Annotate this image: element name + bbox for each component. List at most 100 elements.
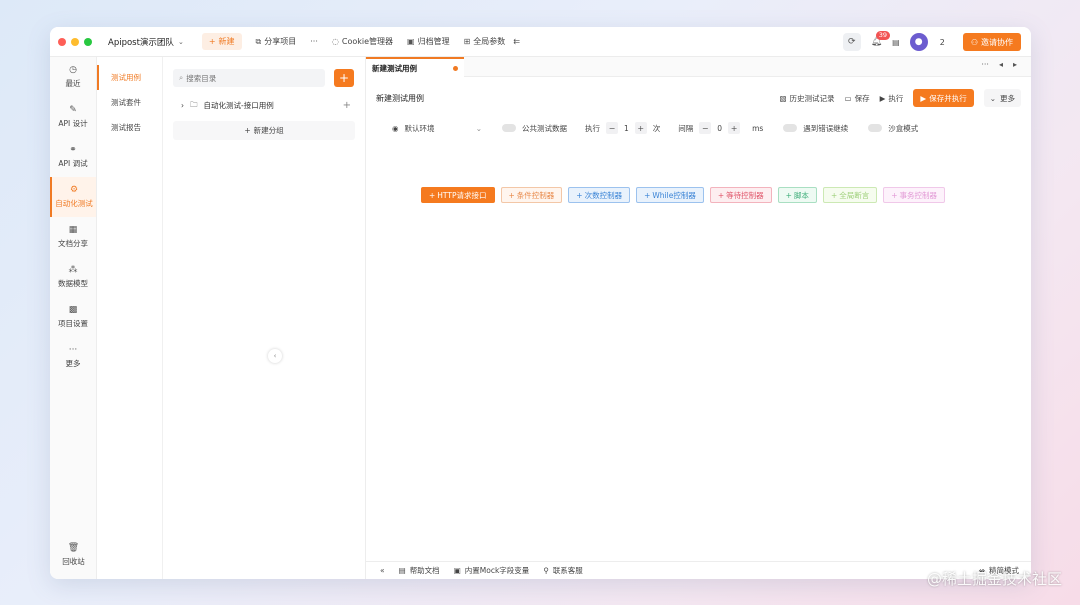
public-data-toggle[interactable] (502, 124, 516, 132)
sidebar-item-settings[interactable]: ▩ 项目设置 (50, 297, 96, 337)
plus-icon: + (891, 190, 898, 200)
tab-label: 新建测试用例 (372, 63, 417, 73)
decrement-button[interactable]: − (606, 122, 618, 134)
collapse-sidebar-icon[interactable]: « (380, 566, 385, 575)
sidebar-item-automation[interactable]: ⚙ 自动化测试 (50, 177, 96, 217)
sidebar-item-more[interactable]: ··· 更多 (50, 337, 96, 377)
maximize-window-button[interactable] (84, 37, 92, 46)
more-button[interactable]: ⌄ 更多 (983, 89, 1021, 107)
mock-fields-button[interactable]: ▣ 内置Mock字段变量 (454, 565, 530, 576)
chevron-down-icon: ⌄ (475, 123, 482, 133)
more-menu-button[interactable]: ··· (310, 37, 318, 46)
tab-next-icon[interactable]: ▸ (1013, 60, 1017, 69)
collapse-panel-button[interactable]: ‹ (268, 349, 282, 363)
sidebar-item-api-design[interactable]: ✎ API 设计 (50, 97, 96, 137)
add-step-button[interactable]: + 条件控制器 (500, 187, 563, 203)
doc-icon: ▦ (68, 225, 78, 235)
notifications-button[interactable]: 🔔︎ 39 (871, 31, 891, 47)
help-label: 帮助文档 (409, 566, 440, 575)
case-title-input[interactable]: 新建测试用例 (376, 93, 556, 104)
add-step-button[interactable]: + HTTP请求接口 (421, 187, 495, 203)
avatar[interactable]: ● (909, 33, 928, 51)
collapse-menu-icon[interactable]: ⇇ (513, 37, 520, 46)
sandbox-toggle[interactable] (868, 124, 883, 132)
tab-prev-icon[interactable]: ◂ (999, 60, 1003, 69)
save-button[interactable]: ▭ 保存 (845, 93, 870, 104)
sync-button[interactable]: ⟳ (842, 33, 861, 51)
global-params-button[interactable]: ⊞ 全局参数 ⇇ (464, 36, 520, 47)
add-step-button[interactable]: + 事务控制器 (883, 187, 946, 203)
increment-button[interactable]: + (634, 122, 647, 134)
add-child-icon[interactable]: + (343, 100, 351, 111)
share-project-button[interactable]: ⧉ 分享项目 (256, 36, 297, 47)
save-and-run-button[interactable]: ▶ 保存并执行 (913, 89, 974, 107)
sidebar-item-api-debug[interactable]: ⚭ API 调试 (50, 137, 96, 177)
sidebar-item-recent[interactable]: ◷ 最近 (50, 57, 96, 97)
subnav-test-reports[interactable]: 测试报告 (97, 115, 162, 140)
team-selector[interactable]: Apipost演示团队 ⌄ (108, 36, 184, 48)
tree-folder[interactable]: › 🗀︎ 自动化测试-接口用例 + (173, 95, 355, 115)
plus-icon: + (576, 190, 583, 200)
user-icon: ⚲ (543, 566, 549, 575)
archive-button[interactable]: ▣ 归档管理 (407, 36, 450, 47)
new-group-button[interactable]: + 新建分组 (173, 121, 355, 140)
chevron-left-icon: ‹ (273, 352, 277, 360)
add-button[interactable]: + (334, 69, 354, 87)
add-step-button[interactable]: + 全局断言 (822, 187, 878, 203)
tab-controls: ··· ◂ ▸ (981, 60, 1017, 69)
interval-label: 间隔 (678, 123, 694, 133)
new-button[interactable]: + 新建 (201, 33, 242, 50)
save-icon: ▭ (844, 93, 852, 103)
edit-icon: ✎ (69, 105, 77, 115)
decrement-button[interactable]: − (699, 122, 712, 134)
chip-label: While控制器 (652, 190, 696, 200)
minimize-window-button[interactable] (71, 37, 79, 46)
sidebar-item-data-model[interactable]: ⁂ 数据模型 (50, 257, 96, 297)
interval-value[interactable]: 0 (717, 124, 722, 133)
archive-icon: ▣ (407, 37, 415, 46)
increment-button[interactable]: + (728, 122, 741, 134)
notes-icon[interactable]: ▤ (892, 38, 900, 47)
tab-bar: 新建测试用例 ··· ◂ ▸ (366, 57, 1031, 77)
tab-new-test-case[interactable]: 新建测试用例 (366, 57, 464, 77)
add-step-button[interactable]: + While控制器 (636, 187, 704, 203)
chevron-down-icon: ⌄ (177, 37, 184, 46)
chip-label: 次数控制器 (584, 190, 623, 200)
settings-icon: ▩ (68, 305, 78, 315)
sidebar-item-label: 更多 (65, 359, 81, 368)
sidebar-item-label: 数据模型 (58, 279, 88, 288)
case-title-row: 新建测试用例 ▧ 历史测试记录 ▭ 保存 ▶ 执行 ▶ 保存并执行 ⌄ 更多 (376, 89, 1021, 107)
share-project-label: 分享项目 (264, 37, 297, 46)
support-button[interactable]: ⚲ 联系客服 (543, 565, 583, 576)
add-step-button[interactable]: + 次数控制器 (568, 187, 631, 203)
add-step-button[interactable]: + 脚本 (777, 187, 817, 203)
subnav-test-cases[interactable]: 测试用例 (97, 65, 162, 90)
tab-more-icon[interactable]: ··· (981, 60, 989, 69)
env-select[interactable]: ◉ 默认环境 ⌄ (392, 123, 482, 134)
help-docs-button[interactable]: ▤ 帮助文档 (399, 565, 440, 576)
search-input[interactable] (186, 73, 307, 83)
save-run-label: 保存并执行 (929, 93, 967, 103)
plus-icon: + (244, 126, 251, 135)
global-params-label: 全局参数 (473, 37, 506, 46)
sidebar-item-doc-share[interactable]: ▦ 文档分享 (50, 217, 96, 257)
error-continue-toggle[interactable] (783, 124, 798, 132)
exec-count-value[interactable]: 1 (624, 124, 629, 133)
share-icon: ⧉ (255, 36, 262, 46)
support-label: 联系客服 (552, 566, 583, 575)
cookie-manager-button[interactable]: ◌ Cookie管理器 (332, 36, 393, 47)
plus-icon: + (208, 37, 216, 46)
close-window-button[interactable] (58, 37, 66, 46)
watermark: @稀土掘金技术社区 (926, 570, 1062, 588)
add-step-button[interactable]: + 等待控制器 (709, 187, 772, 203)
subnav-test-suites[interactable]: 测试套件 (97, 90, 162, 115)
invite-button[interactable]: ⚇ 邀请协作 (962, 33, 1021, 51)
run-button[interactable]: ▶ 执行 (880, 93, 904, 104)
run-label: 执行 (888, 93, 904, 103)
sidebar-item-label: 文档分享 (58, 239, 88, 248)
plus-icon: + (785, 190, 792, 200)
sidebar-item-trash[interactable]: 🗑︎ 回收站 (50, 535, 97, 575)
trash-icon: 🗑︎ (67, 543, 80, 553)
sidebar-item-label: 自动化测试 (55, 199, 93, 208)
history-button[interactable]: ▧ 历史测试记录 (779, 93, 834, 104)
